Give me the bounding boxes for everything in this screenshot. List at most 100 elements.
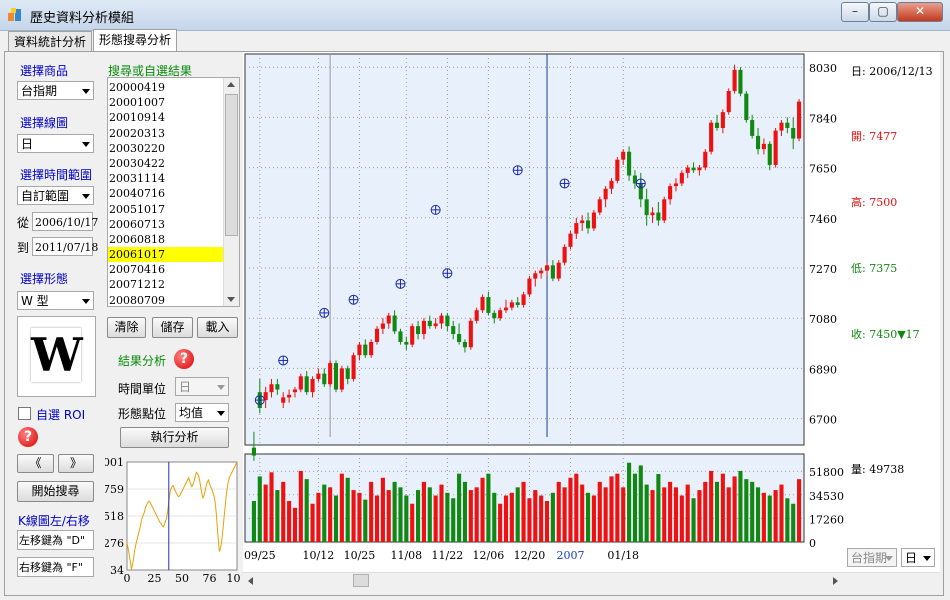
candle-body [392,315,397,332]
volume-bar [785,498,790,542]
result-list-item[interactable]: 20001007 [108,95,223,110]
volume-bar [369,481,374,542]
result-list-item[interactable]: 20030422 [108,156,223,171]
volume-bar [486,473,491,542]
volume-bar [462,481,468,542]
date-tick-label: 11/22 [432,549,464,562]
volume-bar [609,476,614,542]
close-button[interactable]: ✕ [897,2,943,22]
volume-tick-label: 0 [809,537,816,550]
volume-bar [615,473,620,542]
volume-bar [251,501,256,542]
result-list-item[interactable]: 20030220 [108,141,223,156]
candle-body [328,363,333,385]
product-select[interactable]: 台指期 [17,81,94,100]
chevron-down-icon [82,194,90,199]
from-date-field[interactable]: 2006/10/17 [32,212,98,231]
result-mini-chart: 1001 759 518 276 340 25 50 76 101 [105,456,242,582]
tab-statistics[interactable]: 資料統計分析 [8,31,93,52]
to-date-field[interactable]: 2011/07/18 [32,237,98,256]
from-label: 從 [17,216,30,230]
run-analysis-button[interactable]: 執行分析 [120,427,229,448]
result-list-item[interactable]: 20080709 [108,293,223,306]
maximize-button[interactable]: ▢ [869,2,897,22]
help-icon[interactable]: ? [18,427,38,447]
roi-checkbox[interactable] [18,407,31,420]
right-key-field[interactable]: 右移鍵為 "F" [17,557,94,577]
clear-button[interactable]: 清除 [107,317,146,338]
price-tick-label: 7270 [809,263,837,276]
volume-bar [650,490,655,542]
candle-body [709,122,714,152]
bottom-line-select[interactable]: 日 [901,548,935,567]
left-key-field[interactable]: 左移鍵為 "D" [17,530,94,550]
candle-body [761,143,766,150]
result-list-item[interactable]: 20071212 [108,277,223,292]
candle-body [650,212,655,216]
volume-bar [585,492,591,542]
candle-body [585,220,591,229]
result-list-item[interactable]: 20061017 [108,247,223,263]
volume-bar [492,492,497,542]
candlestick-chart[interactable]: 8030 7840 7650 7460 7270 7080 6890 6700 51800 345… [243,52,940,572]
scroll-right-icon[interactable] [833,577,838,585]
volume-bar [597,481,602,542]
point-select[interactable]: 均值 [175,403,229,422]
result-list-item[interactable]: 20040716 [108,186,223,201]
volume-bar [416,490,421,542]
start-search-button[interactable]: 開始搜尋 [17,481,94,502]
load-button[interactable]: 載入 [197,317,238,338]
result-list-item[interactable]: 20060713 [108,217,223,232]
prev-button[interactable]: 《 [17,454,54,473]
results-scrollbar[interactable] [223,78,239,306]
chart-scrollbar[interactable] [243,572,940,588]
volume-bar [357,492,362,542]
result-list-item[interactable]: 20010914 [108,110,223,125]
volume-bar [685,484,690,542]
scroll-thumb[interactable] [225,94,238,236]
result-list-item[interactable]: 20020313 [108,126,223,141]
candle-body [492,312,497,319]
scroll-down-icon[interactable] [227,297,235,302]
date-tick-label: 10/12 [303,549,335,562]
volume-bar [503,495,509,542]
pattern-select[interactable]: W 型 [17,291,94,310]
line-select[interactable]: 日 [17,134,94,153]
scroll-up-icon[interactable] [227,82,235,87]
candle-body [556,262,561,279]
chevron-down-icon [82,299,90,304]
window-title: 歷史資料分析模組 [30,11,135,26]
line-label: 選擇線圖 [20,116,69,130]
volume-bar [791,503,796,542]
result-list-item[interactable]: 20060818 [108,232,223,247]
title-bar: 歷史資料分析模組 – ▢ ✕ [0,0,950,31]
candle-body [603,188,608,200]
bottom-product-select[interactable]: 台指期 [847,548,897,567]
volume-bar [339,473,344,542]
next-button[interactable]: 》 [58,454,94,473]
range-select[interactable]: 自訂範圍 [17,186,94,205]
candle-body [310,378,315,393]
tab-pattern-search[interactable]: 形態搜尋分析 [93,29,178,53]
minimize-button[interactable]: – [841,2,869,22]
result-list-item[interactable]: 20070416 [108,262,223,277]
info-volume: 量: 49738 [851,463,904,476]
volume-bar [404,495,409,542]
save-button[interactable]: 儲存 [152,317,193,338]
result-list-item[interactable]: 20031114 [108,171,223,186]
bottom-line-value: 日 [905,551,918,565]
help-icon[interactable]: ? [174,349,194,369]
volume-bar [638,465,643,542]
volume-bar [644,484,649,542]
chart-scroll-thumb[interactable] [353,574,369,587]
candle-body [738,69,743,94]
result-list-item[interactable]: 20000419 [108,80,223,95]
volume-bar [386,490,391,542]
time-unit-select[interactable]: 日 [175,377,229,396]
result-list-item[interactable]: 20051017 [108,202,223,217]
mini-x-tick: 0 [124,572,131,582]
results-list[interactable]: 20000419 20001007 20010914 20020313 20030220… [107,77,240,307]
candle-body [662,199,667,221]
scroll-left-icon[interactable] [248,577,253,585]
volume-bar [445,492,450,542]
